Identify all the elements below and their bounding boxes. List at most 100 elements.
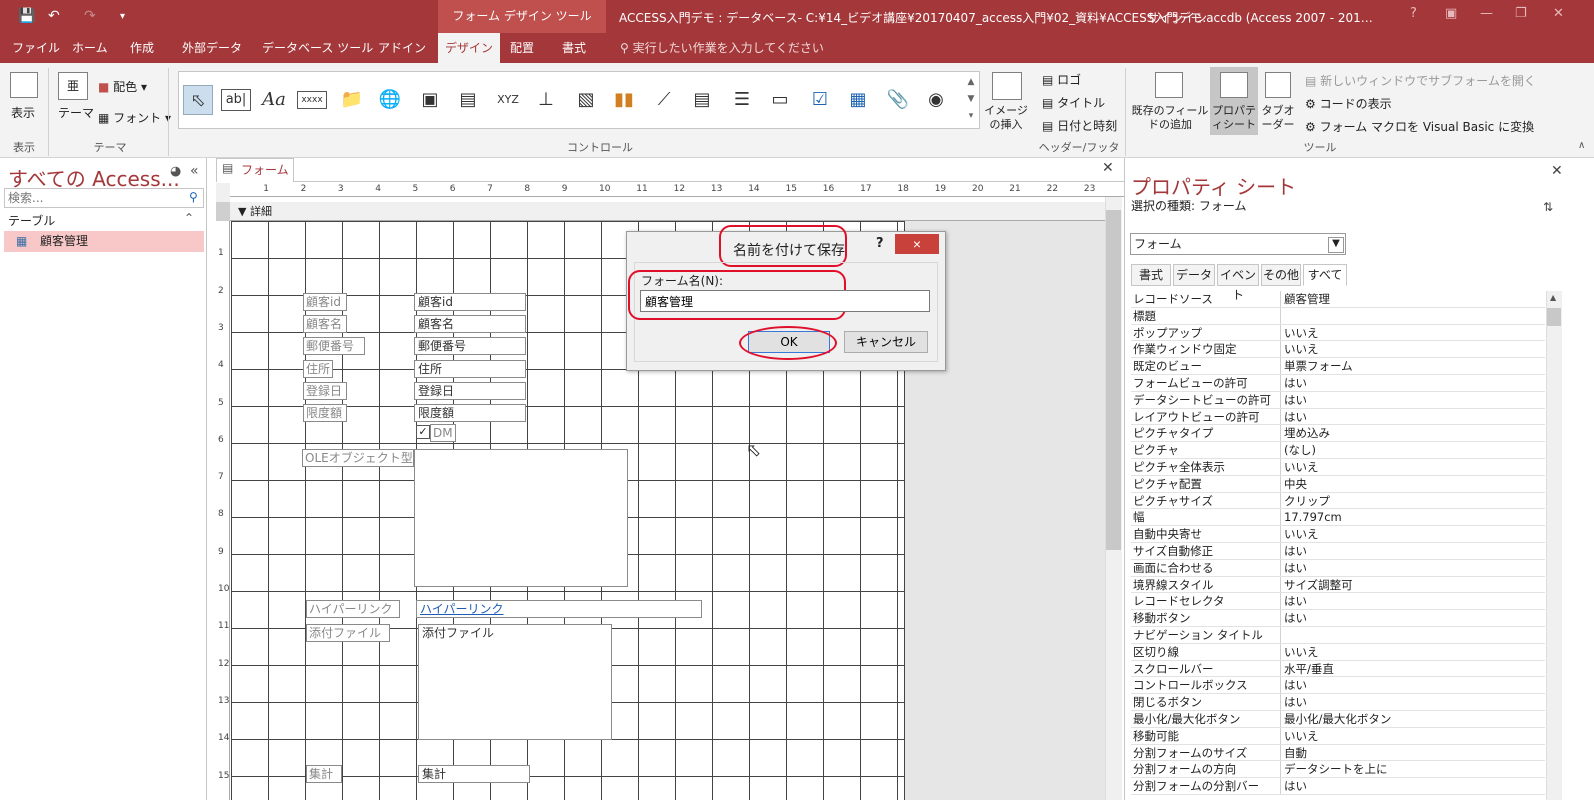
minimize-icon[interactable]: — — [1480, 6, 1493, 21]
prop-tab-format[interactable]: 書式 — [1131, 264, 1171, 286]
property-row[interactable]: 閉じるボタン はい — [1131, 694, 1545, 711]
rectangle-control-icon[interactable]: ▭ — [765, 85, 795, 115]
hyperlink-control-icon[interactable]: 🌐 — [375, 85, 405, 115]
line-control-icon[interactable]: ⟋ — [649, 85, 679, 115]
property-value[interactable]: 17.797cm — [1281, 509, 1545, 525]
combo-box-icon[interactable]: ▧ — [571, 85, 601, 115]
close-window-icon[interactable]: ✕ — [1553, 6, 1564, 21]
property-value[interactable]: はい — [1281, 392, 1545, 408]
property-row[interactable]: スクロールバー 水平/垂直 — [1131, 660, 1545, 678]
property-row[interactable]: レイアウトビューの許可 はい — [1131, 408, 1545, 426]
property-value[interactable]: はい — [1281, 409, 1545, 425]
tab-arrange[interactable]: 配置 — [508, 33, 536, 63]
logo-button[interactable]: ▤ ロゴ — [1042, 71, 1081, 88]
prop-tab-other[interactable]: その他 — [1261, 264, 1301, 286]
search-icon[interactable]: ⚲ — [189, 190, 198, 204]
datetime-button[interactable]: ▤ 日付と時刻 — [1042, 117, 1117, 134]
customize-qat-icon[interactable]: ▾ — [120, 11, 125, 22]
property-value[interactable]: (なし) — [1281, 442, 1545, 458]
attachment-field[interactable]: 添付ファイル — [418, 624, 612, 740]
tab-format[interactable]: 書式 — [560, 33, 588, 63]
tab-home[interactable]: ホーム — [70, 33, 110, 63]
checkbox-control-icon[interactable]: ☑ — [805, 85, 835, 115]
dialog-help-icon[interactable]: ? — [876, 236, 884, 251]
property-value[interactable] — [1281, 627, 1545, 643]
combo-dropdown-icon[interactable]: ▼ — [1328, 237, 1344, 253]
property-value[interactable]: はい — [1281, 694, 1545, 710]
property-row[interactable]: ピクチャ (なし) — [1131, 442, 1545, 459]
property-row[interactable]: 分割フォームの方向 データシートを上に — [1131, 761, 1545, 779]
select-pointer-icon[interactable]: ⬁ — [183, 85, 213, 115]
property-row[interactable]: 自動中央寄せ いいえ — [1131, 526, 1545, 543]
control-field[interactable]: 限度額 — [414, 404, 526, 422]
sort-icon[interactable]: ⇅ — [1543, 200, 1553, 214]
nav-search-input[interactable] — [5, 189, 185, 207]
textbox-control-icon[interactable]: ab| — [221, 89, 251, 111]
property-row[interactable]: ピクチャ配置 中央 — [1131, 475, 1545, 493]
dialog-close-button[interactable]: × — [895, 234, 939, 254]
property-value[interactable]: サイズ調整可 — [1281, 577, 1545, 593]
control-field[interactable]: 登録日 — [414, 382, 526, 400]
save-icon[interactable]: 💾 — [18, 8, 35, 24]
property-row[interactable]: 移動ボタン はい — [1131, 610, 1545, 627]
property-value[interactable]: はい — [1281, 560, 1545, 576]
add-fields-button[interactable]: 既存のフィールドの追加 — [1129, 104, 1211, 132]
web-browser-control-icon[interactable]: ▣ — [415, 85, 445, 115]
ribbon-display-icon[interactable]: ▣ — [1445, 6, 1457, 21]
prop-tab-all[interactable]: すべて — [1303, 264, 1347, 286]
property-value[interactable]: はい — [1281, 543, 1545, 559]
detail-section-header[interactable]: ▼ 詳細 — [230, 202, 1110, 221]
property-row[interactable]: 移動可能 いいえ — [1131, 727, 1545, 745]
control-label[interactable]: 顧客id — [303, 293, 347, 311]
control-field[interactable]: 郵便番号 — [414, 337, 526, 355]
property-row[interactable]: データシートビューの許可 はい — [1131, 391, 1545, 409]
prop-tab-data[interactable]: データ — [1173, 264, 1215, 286]
property-value[interactable]: 水平/垂直 — [1281, 661, 1545, 677]
attachment-control-icon[interactable]: 📎 — [883, 85, 913, 115]
close-property-sheet-icon[interactable]: ✕ — [1551, 163, 1563, 179]
hyperlink-label[interactable]: ハイパーリンク — [306, 600, 400, 618]
dm-label[interactable]: DM — [430, 424, 456, 442]
property-value[interactable]: いいえ — [1281, 459, 1545, 475]
gallery-scroll-icon[interactable]: ▲ ▼ ▾ — [963, 74, 979, 126]
total-label[interactable]: 集計 — [306, 765, 342, 783]
ole-label[interactable]: OLEオブジェクト型 — [302, 449, 414, 467]
tab-file[interactable]: ファイル — [10, 33, 62, 63]
undo-icon[interactable]: ↶ — [48, 8, 60, 24]
property-row[interactable]: 分割フォームのサイズ 自動 — [1131, 744, 1545, 762]
nav-item-table[interactable]: ▦ 顧客管理 — [4, 231, 204, 252]
tab-order-button[interactable]: タブオーダー — [1258, 104, 1298, 132]
scroll-up-icon[interactable]: ▲ — [1550, 293, 1556, 302]
close-document-icon[interactable]: ✕ — [1102, 160, 1114, 176]
control-label[interactable]: 限度額 — [303, 404, 347, 422]
tab-database-tools[interactable]: データベース ツール — [260, 33, 375, 63]
property-row[interactable]: サイズ自動修正 はい — [1131, 542, 1545, 560]
property-row[interactable]: 既定のビュー 単票フォーム — [1131, 358, 1545, 375]
theme-button[interactable]: テーマ — [58, 104, 94, 121]
convert-macro-button[interactable]: ⚙ フォーム マクロを Visual Basic に変換 — [1305, 118, 1534, 135]
navigation-control-icon[interactable]: ▤ — [453, 85, 483, 115]
property-value[interactable]: 単票フォーム — [1281, 358, 1545, 374]
property-value[interactable]: クリップ — [1281, 493, 1545, 509]
show-code-button[interactable]: ⚙ コードの表示 — [1305, 95, 1392, 112]
property-value[interactable]: はい — [1281, 677, 1545, 693]
tell-me-box[interactable]: ⚲ 実行したい作業を入力してください — [620, 33, 824, 63]
collapse-ribbon-icon[interactable]: ∧ — [1578, 140, 1585, 151]
toggle-button-icon[interactable]: ▤ — [687, 85, 717, 115]
control-field[interactable]: 顧客名 — [414, 315, 526, 333]
selection-combo[interactable]: フォーム — [1130, 233, 1346, 255]
page-break-icon[interactable]: ⊥ — [531, 85, 561, 115]
insert-image-button[interactable]: イメージの挿入 — [982, 104, 1030, 132]
form-name-input[interactable] — [640, 290, 930, 312]
nav-collapse-icon[interactable]: « — [190, 163, 199, 179]
property-value[interactable]: いいえ — [1281, 341, 1545, 357]
property-row[interactable]: レコードソース 顧客管理 — [1131, 291, 1545, 308]
property-value[interactable]: いいえ — [1281, 728, 1545, 744]
property-value[interactable]: はい — [1281, 778, 1545, 794]
section-selector[interactable] — [216, 202, 230, 221]
image-control-icon[interactable]: ▦ — [843, 85, 873, 115]
property-row[interactable]: レコードセレクタ はい — [1131, 593, 1545, 611]
property-scroll-thumb[interactable] — [1547, 308, 1561, 326]
property-value[interactable]: 埋め込み — [1281, 425, 1545, 441]
list-box-icon[interactable]: ☰ — [727, 85, 757, 115]
